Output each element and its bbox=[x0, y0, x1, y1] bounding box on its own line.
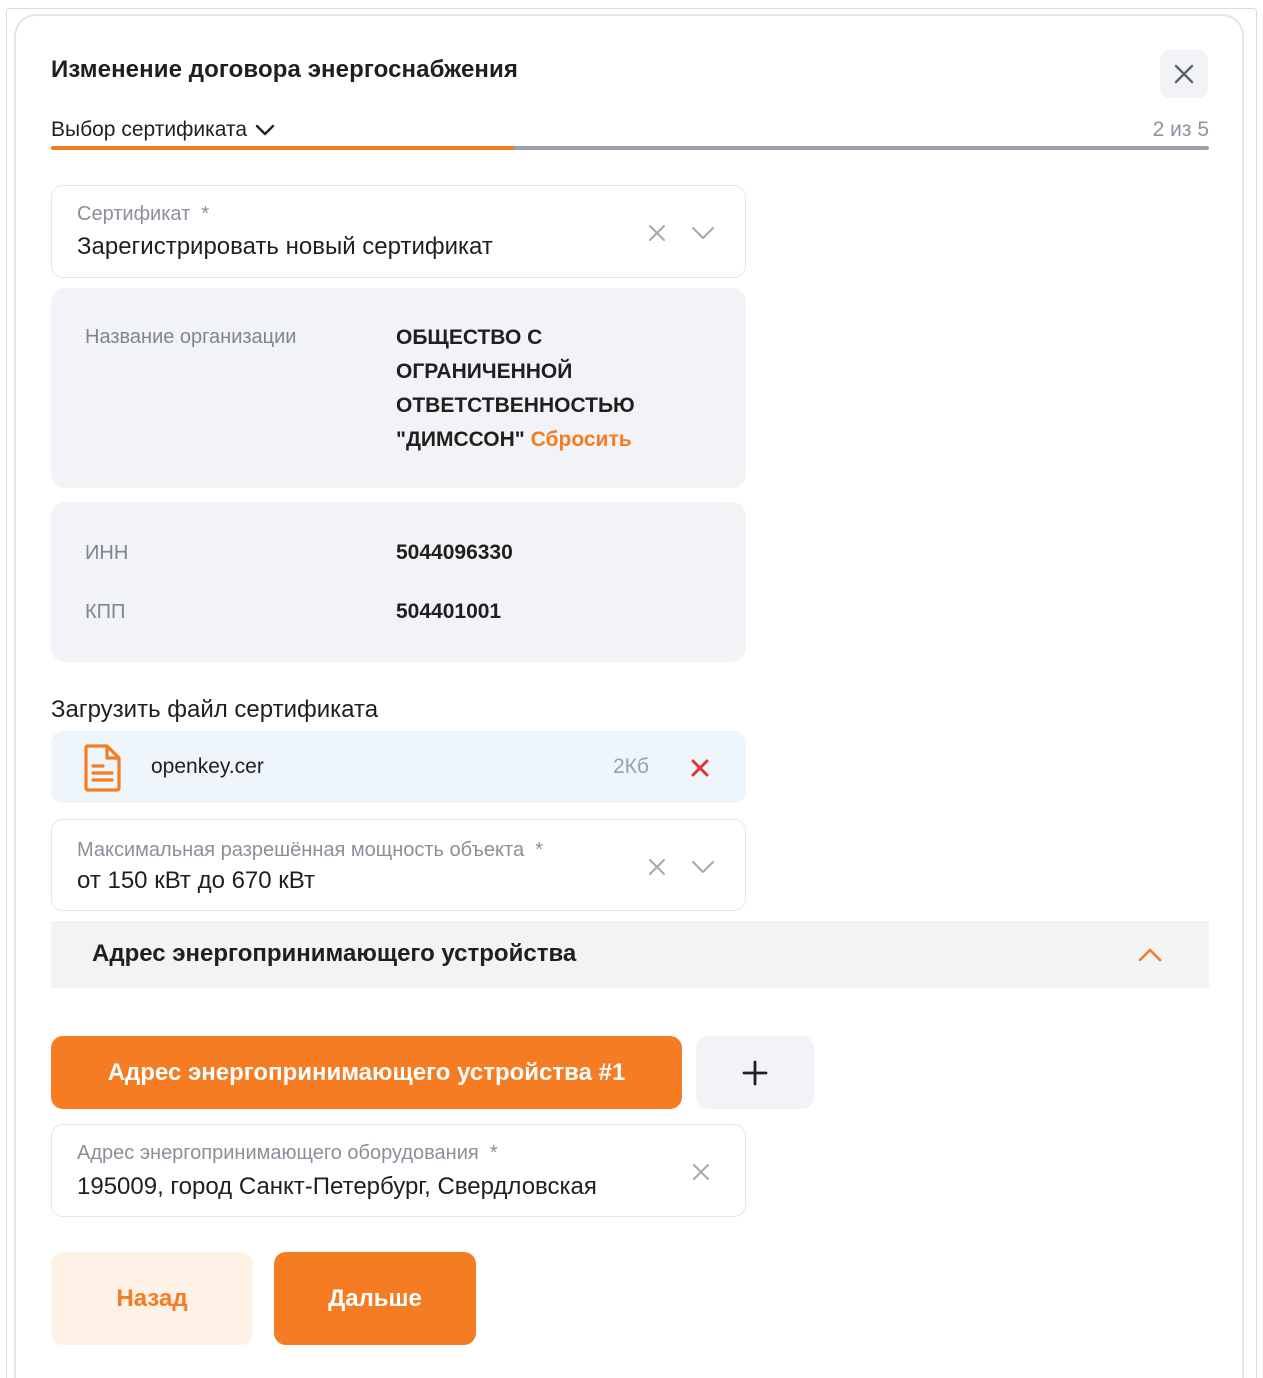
address-tab-1[interactable]: Адрес энергопринимающего устройства #1 bbox=[51, 1036, 682, 1109]
organization-line: ОБЩЕСТВО С bbox=[396, 326, 543, 349]
progress-bar-fill bbox=[51, 146, 515, 150]
clear-icon[interactable] bbox=[645, 855, 669, 879]
remove-file-icon[interactable] bbox=[688, 756, 712, 780]
clear-icon[interactable] bbox=[645, 221, 669, 245]
kpp-value: 504401001 bbox=[396, 600, 502, 623]
inn-value: 5044096330 bbox=[396, 541, 513, 564]
file-name: openkey.cer bbox=[151, 755, 264, 778]
add-address-button[interactable] bbox=[696, 1036, 814, 1109]
progress-bar bbox=[51, 146, 1209, 150]
address-accordion-title: Адрес энергопринимающего устройства bbox=[92, 940, 577, 967]
modal-title: Изменение договора энергоснабжения bbox=[51, 56, 518, 83]
address-field-value: 195009, город Санкт-Петербург, Свердловс… bbox=[77, 1173, 597, 1200]
kpp-key: КПП bbox=[85, 601, 126, 623]
step-dropdown[interactable]: Выбор сертификата bbox=[51, 118, 275, 142]
address-accordion-header[interactable]: Адрес энергопринимающего устройства bbox=[51, 921, 1209, 988]
organization-card: Название организации ОБЩЕСТВО С ОГРАНИЧЕ… bbox=[51, 288, 746, 488]
clear-icon[interactable] bbox=[689, 1160, 713, 1184]
back-button[interactable]: Назад bbox=[51, 1252, 253, 1345]
organization-value: ОБЩЕСТВО С ОГРАНИЧЕННОЙ ОТВЕТСТВЕННОСТЬЮ… bbox=[396, 321, 635, 457]
uploaded-file: openkey.cer 2Кб bbox=[51, 731, 746, 803]
chevron-down-icon[interactable] bbox=[691, 221, 715, 245]
organization-line: ОТВЕТСТВЕННОСТЬЮ bbox=[396, 394, 635, 417]
power-field-value: от 150 кВт до 670 кВт bbox=[77, 867, 315, 894]
address-field-label: Адрес энергопринимающего оборудования * bbox=[77, 1142, 498, 1164]
close-button[interactable] bbox=[1160, 50, 1208, 98]
upload-section-label: Загрузить файл сертификата bbox=[51, 696, 379, 723]
step-label-text: Выбор сертификата bbox=[51, 118, 248, 141]
inn-key: ИНН bbox=[85, 542, 129, 564]
power-select[interactable]: Максимальная разрешённая мощность объект… bbox=[51, 819, 746, 911]
organization-line: ОГРАНИЧЕННОЙ bbox=[396, 360, 573, 383]
organization-line-last: "ДИМССОН" Сбросить bbox=[396, 423, 635, 457]
certificate-select[interactable]: Сертификат * Зарегистрировать новый серт… bbox=[51, 185, 746, 278]
plus-icon bbox=[742, 1060, 768, 1085]
chevron-down-icon[interactable] bbox=[691, 855, 715, 879]
power-field-label: Максимальная разрешённая мощность объект… bbox=[77, 839, 544, 861]
address-input[interactable]: Адрес энергопринимающего оборудования * … bbox=[51, 1124, 746, 1217]
requisites-card: ИНН 5044096330 КПП 504401001 bbox=[51, 502, 746, 662]
organization-key: Название организации bbox=[85, 326, 297, 348]
reset-link[interactable]: Сбросить bbox=[531, 428, 632, 451]
certificate-field-value: Зарегистрировать новый сертификат bbox=[77, 233, 493, 260]
chevron-down-icon bbox=[255, 124, 275, 136]
stepper: Выбор сертификата 2 из 5 bbox=[51, 116, 1209, 144]
file-size: 2Кб bbox=[613, 755, 649, 778]
close-icon bbox=[1174, 64, 1194, 84]
organization-line: "ДИМССОН" bbox=[396, 428, 525, 451]
certificate-field-label: Сертификат * bbox=[77, 203, 210, 225]
step-counter: 2 из 5 bbox=[1152, 118, 1209, 141]
next-button[interactable]: Дальше bbox=[274, 1252, 476, 1345]
document-icon bbox=[84, 744, 121, 792]
chevron-up-icon bbox=[1138, 948, 1162, 962]
